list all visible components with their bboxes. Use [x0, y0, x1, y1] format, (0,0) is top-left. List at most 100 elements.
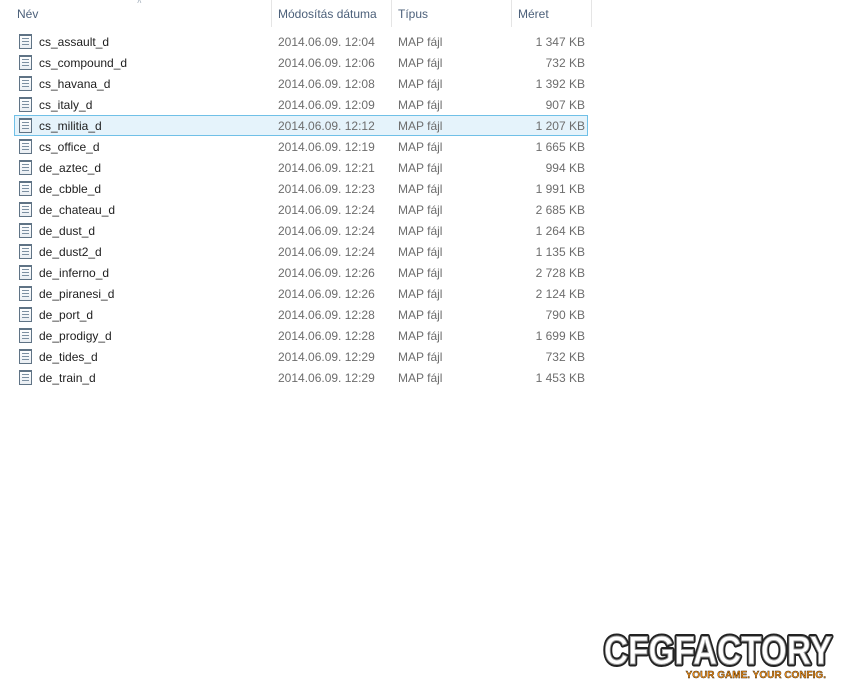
file-row[interactable]: de_dust_d 2014.06.09. 12:24 MAP fájl 1 264 … — [14, 220, 588, 241]
file-name-cell: de_train_d — [15, 370, 273, 385]
file-type: MAP fájl — [398, 181, 443, 196]
file-row[interactable]: de_train_d 2014.06.09. 12:29 MAP fájl 1 453… — [14, 367, 588, 388]
file-name: de_port_d — [39, 307, 94, 322]
file-type: MAP fájl — [398, 265, 443, 280]
file-name: cs_office_d — [39, 139, 100, 154]
file-row[interactable]: de_tides_d 2014.06.09. 12:29 MAP fájl 732 K… — [14, 346, 588, 367]
file-date: 2014.06.09. 12:09 — [278, 97, 375, 112]
file-row[interactable]: de_dust2_d 2014.06.09. 12:24 MAP fájl 1 135… — [14, 241, 588, 262]
file-name-cell: de_dust_d — [15, 223, 273, 238]
file-list: cs_assault_d 2014.06.09. 12:04 MAP fájl 1 3… — [14, 31, 588, 388]
column-header-name[interactable]: ˄ Név — [0, 0, 272, 27]
file-name-cell: de_aztec_d — [15, 160, 273, 175]
file-size: 1 392 KB — [535, 76, 585, 91]
map-file-icon — [19, 55, 32, 70]
file-date: 2014.06.09. 12:26 — [278, 286, 375, 301]
file-row[interactable]: cs_compound_d 2014.06.09. 12:06 MAP fájl 73… — [14, 52, 588, 73]
file-date: 2014.06.09. 12:24 — [278, 223, 375, 238]
file-name: de_piranesi_d — [39, 286, 115, 301]
file-name-cell: cs_compound_d — [15, 55, 273, 70]
file-name: de_inferno_d — [39, 265, 110, 280]
file-name: de_chateau_d — [39, 202, 116, 217]
file-size: 2 728 KB — [535, 265, 585, 280]
file-row[interactable]: cs_office_d 2014.06.09. 12:19 MAP fájl 1 66… — [14, 136, 588, 157]
file-size: 732 KB — [545, 349, 585, 364]
file-name: de_tides_d — [39, 349, 98, 364]
file-name-cell: de_tides_d — [15, 349, 273, 364]
file-row[interactable]: de_aztec_d 2014.06.09. 12:21 MAP fájl 994 K… — [14, 157, 588, 178]
file-name-cell: de_chateau_d — [15, 202, 273, 217]
file-size: 1 699 KB — [535, 328, 585, 343]
file-type: MAP fájl — [398, 202, 443, 217]
file-row[interactable]: de_port_d 2014.06.09. 12:28 MAP fájl 790 KB — [14, 304, 588, 325]
file-row[interactable]: de_cbble_d 2014.06.09. 12:23 MAP fájl 1 991… — [14, 178, 588, 199]
file-date: 2014.06.09. 12:28 — [278, 328, 375, 343]
file-size: 2 124 KB — [535, 286, 585, 301]
map-file-icon — [19, 34, 32, 49]
file-row[interactable]: de_inferno_d 2014.06.09. 12:26 MAP fájl 2 7… — [14, 262, 588, 283]
column-header-size[interactable]: Méret — [512, 0, 592, 27]
file-date: 2014.06.09. 12:26 — [278, 265, 375, 280]
file-date: 2014.06.09. 12:28 — [278, 307, 375, 322]
file-name-cell: de_prodigy_d — [15, 328, 273, 343]
file-size: 790 KB — [545, 307, 585, 322]
cfgfactory-logo: CFGFACTORY CFGFACTORY YOUR GAME. YOUR CO… — [602, 627, 835, 682]
file-row[interactable]: de_piranesi_d 2014.06.09. 12:26 MAP fájl 2 … — [14, 283, 588, 304]
column-header-date-label: Módosítás dátuma — [278, 7, 377, 21]
file-row[interactable]: cs_havana_d 2014.06.09. 12:08 MAP fájl 1 39… — [14, 73, 588, 94]
file-size: 1 207 KB — [535, 118, 585, 133]
file-size: 1 453 KB — [535, 370, 585, 385]
file-type: MAP fájl — [398, 118, 443, 133]
file-name: cs_militia_d — [39, 118, 102, 133]
logo-tagline: YOUR GAME. YOUR CONFIG. — [686, 670, 827, 681]
file-name: de_prodigy_d — [39, 328, 112, 343]
file-row[interactable]: de_prodigy_d 2014.06.09. 12:28 MAP fájl 1 6… — [14, 325, 588, 346]
column-header-size-label: Méret — [518, 7, 549, 21]
file-row[interactable]: cs_assault_d 2014.06.09. 12:04 MAP fájl 1 3… — [14, 31, 588, 52]
map-file-icon — [19, 307, 32, 322]
map-file-icon — [19, 265, 32, 280]
map-file-icon — [19, 76, 32, 91]
file-date: 2014.06.09. 12:21 — [278, 160, 375, 175]
file-date: 2014.06.09. 12:23 — [278, 181, 375, 196]
column-header-type-label: Típus — [398, 7, 429, 21]
map-file-icon — [19, 328, 32, 343]
map-file-icon — [19, 139, 32, 154]
file-name: cs_havana_d — [39, 76, 111, 91]
map-file-icon — [19, 223, 32, 238]
file-row[interactable]: de_chateau_d 2014.06.09. 12:24 MAP fájl 2 6… — [14, 199, 588, 220]
map-file-icon — [19, 244, 32, 259]
file-type: MAP fájl — [398, 286, 443, 301]
file-name-cell: de_piranesi_d — [15, 286, 273, 301]
file-name-cell: de_port_d — [15, 307, 273, 322]
file-date: 2014.06.09. 12:19 — [278, 139, 375, 154]
file-row[interactable]: cs_militia_d 2014.06.09. 12:12 MAP fájl 1 2… — [14, 115, 588, 136]
file-name: cs_assault_d — [39, 34, 110, 49]
file-type: MAP fájl — [398, 97, 443, 112]
file-type: MAP fájl — [398, 370, 443, 385]
column-header: ˄ Név Módosítás dátuma Típus Méret — [0, 0, 592, 28]
file-type: MAP fájl — [398, 328, 443, 343]
file-type: MAP fájl — [398, 76, 443, 91]
sort-ascending-icon: ˄ — [137, 0, 142, 6]
logo-brand-fill: CFGFACTORY — [604, 629, 832, 673]
file-size: 1 665 KB — [535, 139, 585, 154]
column-header-type[interactable]: Típus — [392, 0, 512, 27]
file-row[interactable]: cs_italy_d 2014.06.09. 12:09 MAP fájl 907 K… — [14, 94, 588, 115]
file-date: 2014.06.09. 12:12 — [278, 118, 375, 133]
file-type: MAP fájl — [398, 160, 443, 175]
file-date: 2014.06.09. 12:29 — [278, 349, 375, 364]
file-name-cell: cs_office_d — [15, 139, 273, 154]
file-name: de_train_d — [39, 370, 96, 385]
file-name-cell: cs_havana_d — [15, 76, 273, 91]
file-name: de_dust2_d — [39, 244, 102, 259]
column-header-date[interactable]: Módosítás dátuma — [272, 0, 392, 27]
file-date: 2014.06.09. 12:24 — [278, 202, 375, 217]
column-header-name-label: Név — [17, 7, 39, 21]
file-type: MAP fájl — [398, 223, 443, 238]
file-name-cell: cs_italy_d — [15, 97, 273, 112]
file-size: 2 685 KB — [535, 202, 585, 217]
file-date: 2014.06.09. 12:06 — [278, 55, 375, 70]
file-name: de_cbble_d — [39, 181, 102, 196]
file-name-cell: de_cbble_d — [15, 181, 273, 196]
